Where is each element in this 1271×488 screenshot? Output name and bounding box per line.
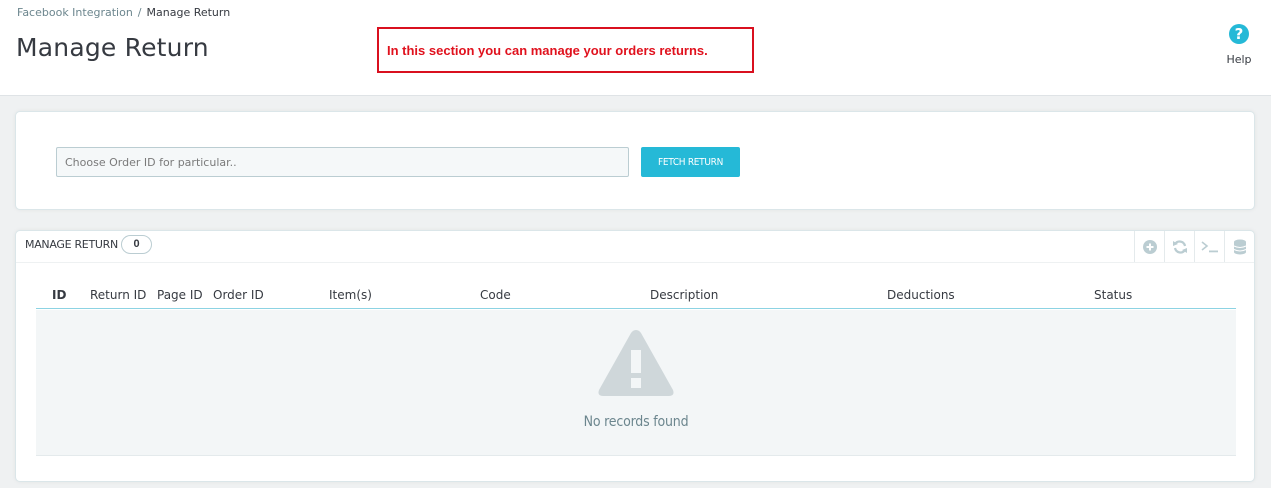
empty-table-state: No records found	[36, 310, 1236, 456]
export-database-icon[interactable]	[1224, 231, 1254, 262]
column-header-code[interactable]: Code	[480, 288, 511, 302]
column-header-description[interactable]: Description	[650, 288, 718, 302]
warning-icon	[597, 328, 675, 403]
page-title: Manage Return	[16, 33, 209, 62]
column-header-page-id[interactable]: Page ID	[157, 288, 203, 302]
list-toolbar	[1134, 231, 1254, 262]
breadcrumb: Facebook Integration / Manage Return	[17, 6, 230, 19]
fetch-return-button[interactable]: FETCH RETURN	[641, 147, 740, 177]
breadcrumb-separator: /	[137, 6, 142, 19]
refresh-icon[interactable]	[1164, 231, 1194, 262]
breadcrumb-current: Manage Return	[146, 6, 231, 19]
breadcrumb-parent-link[interactable]: Facebook Integration	[17, 6, 133, 19]
fetch-return-panel: FETCH RETURN	[15, 111, 1255, 210]
section-notice: In this section you can manage your orde…	[377, 27, 754, 73]
order-id-input[interactable]	[56, 147, 629, 177]
sql-query-icon[interactable]	[1194, 231, 1224, 262]
manage-return-list-panel: MANAGE RETURN 0 ID Return ID Page ID Ord…	[15, 230, 1255, 482]
page-header: Facebook Integration / Manage Return Manag…	[0, 0, 1271, 96]
list-panel-header: MANAGE RETURN 0	[16, 231, 1254, 263]
column-header-order-id[interactable]: Order ID	[213, 288, 264, 302]
column-header-id[interactable]: ID	[52, 288, 66, 302]
column-header-items[interactable]: Item(s)	[329, 288, 372, 302]
column-header-deductions[interactable]: Deductions	[887, 288, 955, 302]
column-header-return-id[interactable]: Return ID	[90, 288, 146, 302]
question-icon[interactable]: ?	[1229, 24, 1249, 44]
notice-text: In this section you can manage your orde…	[387, 42, 708, 58]
help-button[interactable]: ? Help	[1222, 24, 1256, 66]
column-header-status[interactable]: Status	[1094, 288, 1132, 302]
record-count-badge: 0	[121, 235, 152, 254]
table-header-row: ID Return ID Page ID Order ID Item(s) Co…	[36, 284, 1236, 309]
list-title: MANAGE RETURN	[25, 238, 118, 251]
no-records-text: No records found	[583, 414, 689, 430]
add-new-icon[interactable]	[1134, 231, 1164, 262]
help-label[interactable]: Help	[1222, 53, 1256, 66]
